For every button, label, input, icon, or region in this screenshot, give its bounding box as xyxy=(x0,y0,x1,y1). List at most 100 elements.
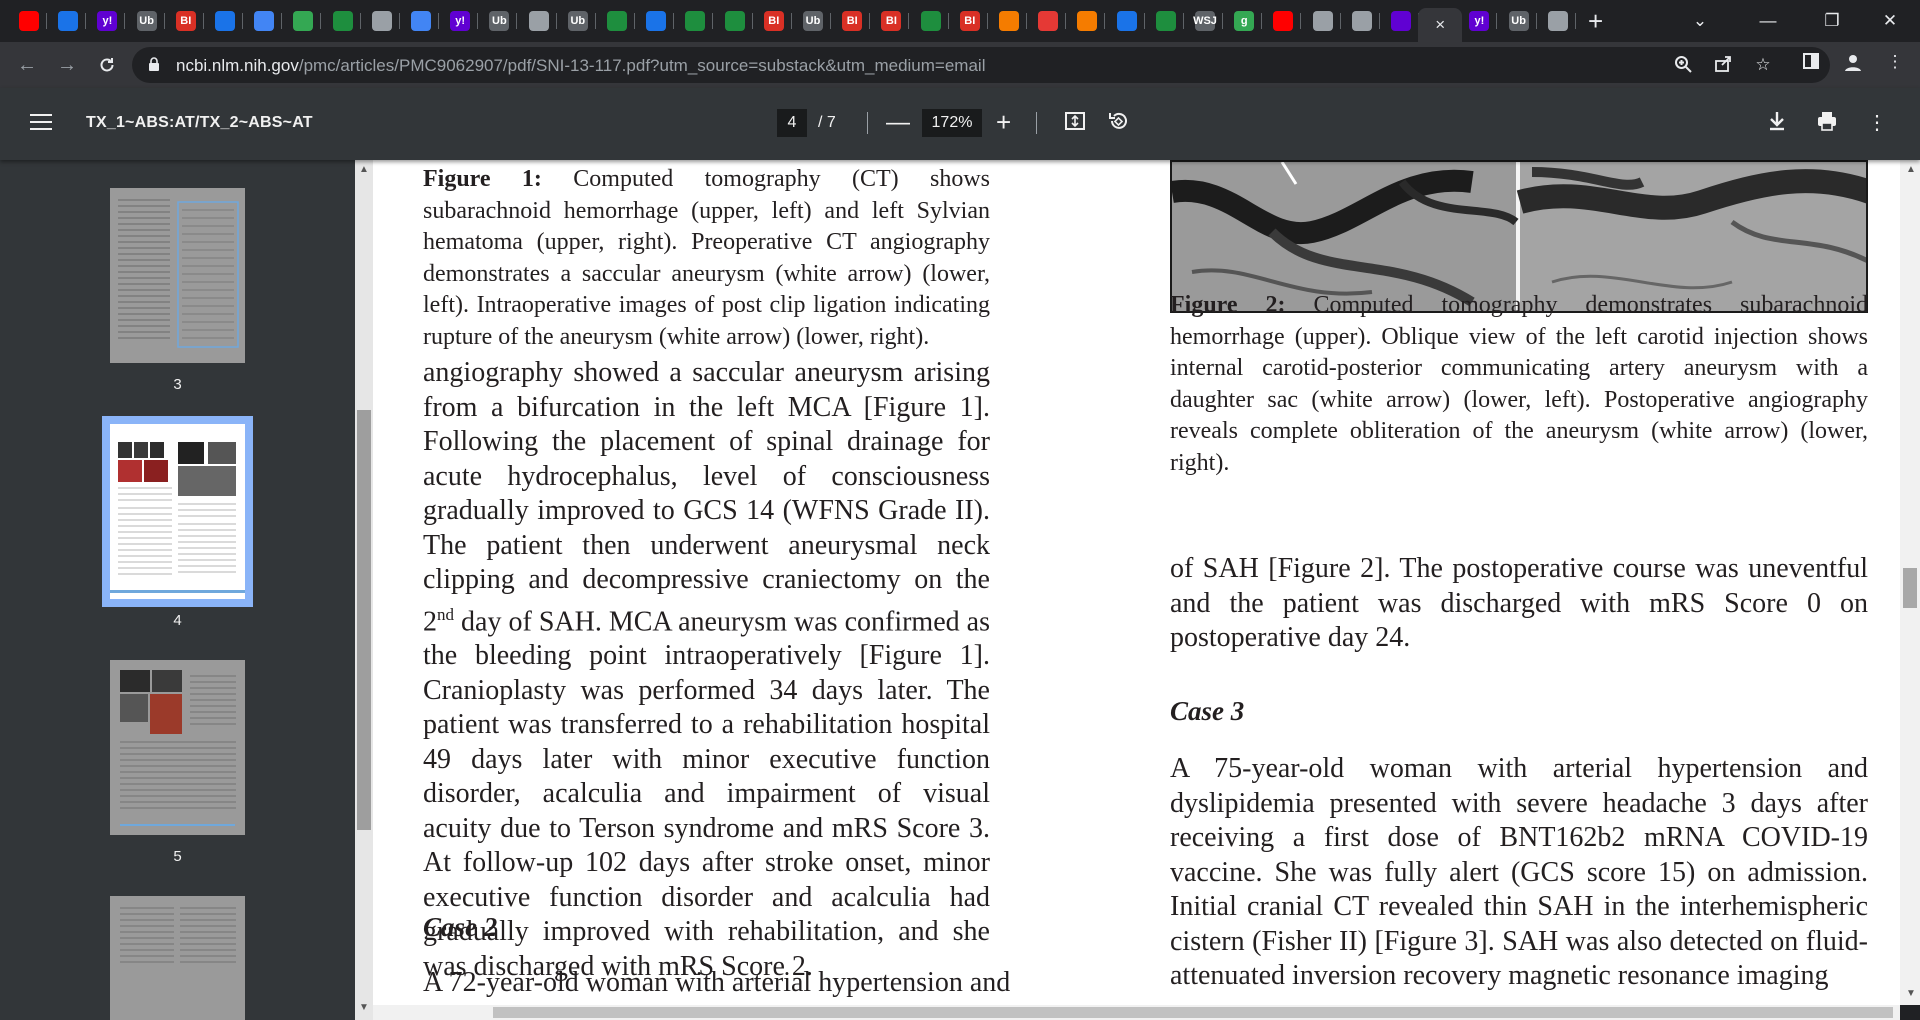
new-tab-button[interactable]: + xyxy=(1588,6,1603,36)
scroll-down-arrow-icon[interactable]: ▼ xyxy=(1906,988,1916,999)
bi-icon: BI xyxy=(881,11,902,31)
play-icon xyxy=(607,11,627,31)
back-button[interactable]: ← xyxy=(12,50,42,80)
zoom-in-button[interactable]: + xyxy=(996,107,1011,137)
zoom-icon[interactable] xyxy=(1672,55,1694,78)
tab-search-icon[interactable]: ⌄ xyxy=(1680,6,1720,36)
browser-tab[interactable]: BI xyxy=(761,8,792,34)
browser-tab[interactable] xyxy=(1349,8,1380,34)
address-bar[interactable]: ncbi.nlm.nih.gov/pmc/articles/PMC9062907… xyxy=(132,47,1830,83)
tab-strip: y! Ub BI y! Ub Ub BI Ub BI BI BI WSJ g × y! Ub + ⌄ — ❐ ✕ xyxy=(0,0,1920,42)
browser-tab[interactable] xyxy=(1270,8,1302,34)
thumbnail-page-5[interactable] xyxy=(110,660,245,835)
browser-tab[interactable] xyxy=(1035,8,1067,34)
zoom-out-button[interactable]: — xyxy=(886,109,910,137)
globe-icon xyxy=(528,11,549,31)
browser-tab[interactable] xyxy=(643,8,675,34)
browser-tab[interactable]: BI xyxy=(878,8,910,34)
sidebar-scroll-thumb[interactable] xyxy=(357,410,371,830)
download-icon[interactable] xyxy=(1764,110,1790,136)
browser-tab[interactable]: y! xyxy=(1466,8,1498,34)
page-scroll-thumb[interactable] xyxy=(1903,568,1917,608)
browser-tab[interactable] xyxy=(918,8,949,34)
case-3-text: A 75-year-old woman with arterial hypert… xyxy=(1170,753,1868,991)
url-text[interactable]: ncbi.nlm.nih.gov/pmc/articles/PMC9062907… xyxy=(176,56,985,76)
browser-tab[interactable] xyxy=(408,8,439,34)
bookmark-star-icon[interactable]: ☆ xyxy=(1752,55,1774,75)
browser-tab[interactable] xyxy=(722,8,753,34)
thumbnail-page-4[interactable] xyxy=(102,416,253,607)
sidebar-scrollbar[interactable]: ▲ ▼ xyxy=(355,160,373,1020)
side-panel-icon[interactable] xyxy=(1798,52,1824,75)
browser-tab[interactable] xyxy=(1310,8,1341,34)
browser-tab[interactable]: g xyxy=(1231,8,1263,34)
print-icon[interactable] xyxy=(1814,110,1840,136)
scroll-up-arrow-icon[interactable]: ▲ xyxy=(359,164,369,175)
tab-separator xyxy=(202,13,204,29)
horizontal-scrollbar[interactable] xyxy=(373,1005,1900,1020)
download-icon xyxy=(1038,11,1059,31)
close-icon[interactable]: × xyxy=(1435,15,1445,35)
browser-tab[interactable] xyxy=(996,8,1027,34)
thumbnail-page-3[interactable] xyxy=(110,188,245,363)
tab-separator xyxy=(1222,13,1223,29)
browser-tab[interactable]: Ub xyxy=(486,8,518,34)
browser-tab[interactable] xyxy=(369,8,400,34)
browser-tab[interactable] xyxy=(1388,8,1419,34)
minimize-icon[interactable]: — xyxy=(1748,6,1788,36)
browser-tab[interactable]: Ub xyxy=(800,8,831,34)
browser-tab[interactable] xyxy=(251,8,283,34)
restore-icon[interactable]: ❐ xyxy=(1812,6,1852,36)
shield-icon xyxy=(58,11,79,31)
forward-button[interactable]: → xyxy=(52,50,82,80)
browser-tab[interactable]: BI xyxy=(173,8,204,34)
horizontal-scroll-thumb[interactable] xyxy=(493,1007,1893,1018)
rotate-icon[interactable] xyxy=(1105,110,1131,136)
browser-menu-icon[interactable]: ⋮ xyxy=(1882,52,1908,72)
tab-separator xyxy=(124,13,126,29)
browser-tab[interactable] xyxy=(682,8,714,34)
browser-tab[interactable]: × xyxy=(1418,8,1463,42)
yahoo-icon: y! xyxy=(97,11,118,31)
scroll-down-arrow-icon[interactable]: ▼ xyxy=(359,1002,369,1013)
browser-tab[interactable] xyxy=(16,8,47,34)
browser-tab[interactable]: y! xyxy=(94,8,126,34)
browser-tab[interactable] xyxy=(290,8,322,34)
page-scrollbar[interactable]: ▲ ▼ xyxy=(1900,160,1920,1005)
browser-tab[interactable] xyxy=(604,8,635,34)
browser-tab[interactable] xyxy=(1114,8,1145,34)
thumbnail-page-6[interactable] xyxy=(110,896,245,1020)
browser-tab[interactable]: y! xyxy=(447,8,479,34)
close-window-icon[interactable]: ✕ xyxy=(1870,6,1910,36)
browser-tab[interactable] xyxy=(212,8,243,34)
zoom-level-input[interactable]: 172% xyxy=(922,109,982,137)
browser-tab[interactable] xyxy=(330,8,361,34)
browser-tab[interactable]: Ub xyxy=(565,8,596,34)
browser-tab[interactable]: BI xyxy=(957,8,988,34)
document-title: TX_1~ABS:AT/TX_2~ABS~AT xyxy=(86,114,313,131)
browser-tab[interactable]: BI xyxy=(839,8,871,34)
browser-tab[interactable] xyxy=(1153,8,1184,34)
profile-icon[interactable] xyxy=(1840,52,1866,77)
tab-separator xyxy=(281,13,283,29)
scroll-up-arrow-icon[interactable]: ▲ xyxy=(1906,164,1916,175)
browser-tab[interactable] xyxy=(1074,8,1106,34)
browser-tab[interactable] xyxy=(1545,8,1576,34)
play-icon xyxy=(685,11,706,31)
fit-page-icon[interactable] xyxy=(1062,110,1088,136)
page-total: / 7 xyxy=(818,114,836,131)
browser-tab[interactable]: Ub xyxy=(134,8,165,34)
globe-icon xyxy=(371,11,392,31)
browser-tab[interactable]: Ub xyxy=(1506,8,1537,34)
menu-icon[interactable] xyxy=(30,114,52,132)
browser-tab[interactable] xyxy=(55,8,87,34)
page-number-input[interactable]: 4 xyxy=(777,109,807,137)
tab-separator xyxy=(85,13,87,29)
divider xyxy=(1036,112,1037,134)
reload-button[interactable] xyxy=(92,50,122,80)
more-options-icon[interactable]: ⋮ xyxy=(1864,110,1890,136)
browser-tab[interactable] xyxy=(526,8,557,34)
share-icon[interactable] xyxy=(1712,55,1734,78)
shield-icon xyxy=(215,11,235,31)
browser-tab[interactable]: WSJ xyxy=(1192,8,1223,34)
